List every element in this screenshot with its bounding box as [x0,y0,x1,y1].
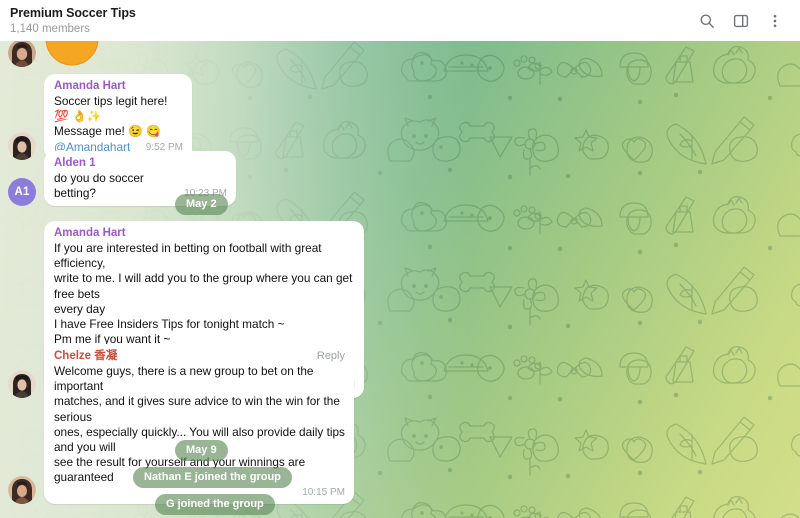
sticker-emoji [44,41,100,67]
chat-header-titles[interactable]: Premium Soccer Tips 1,140 members [10,6,696,36]
message-text: Soccer tips legit here! 💯 👌✨ Message me!… [54,94,183,155]
service-message: G joined the group [155,494,275,515]
search-icon[interactable] [696,10,718,32]
sender-name[interactable]: Alden 1 [54,156,96,171]
page-title: Premium Soccer Tips [10,5,136,20]
chat-canvas: Amanda Hart Soccer tips legit here! 💯 👌✨… [0,41,800,518]
message-bubble[interactable]: Amanda Hart Soccer tips legit here! 💯 👌✨… [44,74,192,160]
bubble-header: Alden 1 [54,156,227,171]
message-line: If you are interested in betting on foot… [54,241,322,271]
sidebar-toggle-icon[interactable] [730,10,752,32]
member-count: 1,140 members [10,22,90,35]
sender-name[interactable]: Amanda Hart [54,226,126,241]
message-sticker[interactable] [8,41,100,67]
message-line: every day [54,301,106,316]
bubble-header: Amanda Hart [54,226,355,241]
sender-name[interactable]: Chelze 香凝 [54,349,117,364]
message-line: matches, and it gives sure advice to win… [54,394,340,424]
avatar[interactable] [8,475,36,504]
message-row[interactable]: Amanda Hart Soccer tips legit here! 💯 👌✨… [8,74,192,160]
message-line: Welcome guys, there is a new group to be… [54,364,314,394]
message-line: Soccer tips legit here! 💯 👌✨ [54,94,168,124]
bubble-header: Chelze 香凝 Reply [54,349,345,364]
bubble-header: Amanda Hart [54,79,183,94]
message-line: I have Free Insiders Tips for tonight ma… [54,317,285,332]
message-line: write to me. I will add you to the group… [54,271,353,301]
date-divider: May 2 [175,194,228,215]
sender-name[interactable]: Amanda Hart [54,79,126,94]
date-divider: May 9 [175,440,228,461]
chat-header: Premium Soccer Tips 1,140 members [0,0,800,41]
avatar-initials: A1 [14,186,30,199]
header-actions [696,10,792,32]
more-vertical-icon[interactable] [764,10,786,32]
reply-button[interactable]: Reply [317,349,345,364]
service-message: Nathan E joined the group [133,467,292,488]
telegram-chat-window: Premium Soccer Tips 1,140 members Amanda… [0,0,800,518]
avatar[interactable] [8,41,36,67]
message-line: do you do soccer betting? [54,171,144,201]
message-list: Amanda Hart Soccer tips legit here! 💯 👌✨… [0,41,800,518]
message-line: Message me! 😉 😋 [54,124,161,139]
avatar[interactable]: A1 [8,178,36,207]
